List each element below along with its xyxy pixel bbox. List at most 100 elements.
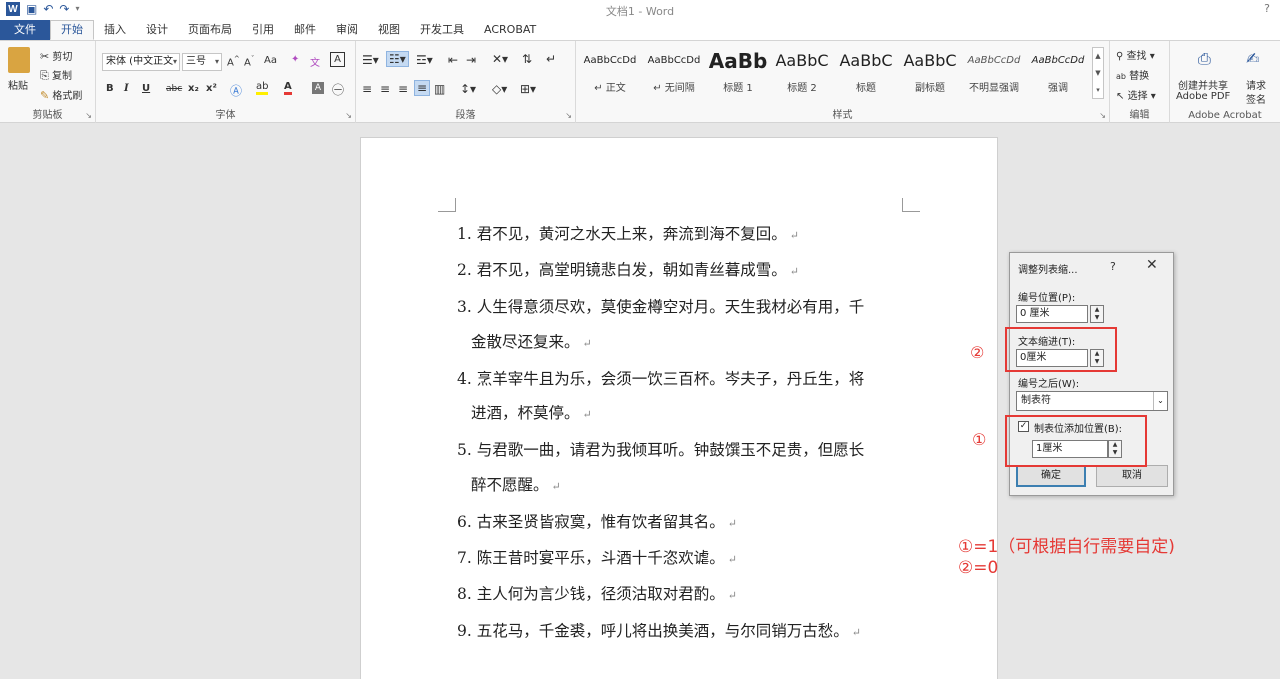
help-icon[interactable]: ? <box>1264 2 1270 15</box>
create-pdf-button[interactable]: 创建并共享 <box>1178 77 1228 92</box>
font-size-combo[interactable]: 三号 ▾ <box>182 53 222 71</box>
shrink-font-icon[interactable]: Aˇ <box>244 55 254 68</box>
list-item-continuation[interactable]: 金散尽还复来。 ↵ <box>471 330 592 352</box>
list-item-continuation[interactable]: 进酒，杯莫停。 ↵ <box>471 401 592 423</box>
tab-review[interactable]: 审阅 <box>326 20 368 40</box>
increase-indent-icon[interactable]: ⇥ <box>466 53 476 67</box>
create-pdf-button-line2[interactable]: Adobe PDF <box>1176 91 1230 102</box>
styles-scroll[interactable]: ▲ ▼ ▾ <box>1092 47 1104 99</box>
distributed-icon[interactable]: ▥ <box>434 82 445 96</box>
number-position-spinner[interactable]: ▲ ▼ <box>1090 305 1104 323</box>
shading-icon[interactable]: ◇▾ <box>492 82 507 96</box>
paste-button[interactable]: 粘贴 <box>8 77 28 92</box>
align-left-icon[interactable]: ≡ <box>362 82 372 96</box>
subscript-button[interactable]: x₂ <box>188 83 199 94</box>
tab-acrobat[interactable]: ACROBAT <box>474 20 546 40</box>
list-item[interactable]: 2. 君不见，高堂明镜悲白发，朝如青丝暮成雪。 ↵ <box>457 258 799 280</box>
follow-number-select[interactable]: 制表符 ⌄ <box>1016 391 1168 411</box>
align-right-icon[interactable]: ≡ <box>398 82 408 96</box>
font-launcher-icon[interactable]: ↘ <box>345 111 352 120</box>
superscript-button[interactable]: x² <box>206 83 217 94</box>
justify-icon[interactable]: ≡ <box>414 80 431 96</box>
list-item[interactable]: 7. 陈王昔时宴平乐，斗酒十千恣欢谑。 ↵ <box>457 546 737 568</box>
close-icon[interactable]: ✕ <box>1146 257 1158 273</box>
line-spacing-icon[interactable]: ↕▾ <box>460 82 476 96</box>
tab-mailings[interactable]: 邮件 <box>284 20 326 40</box>
style-emphasis[interactable]: AaBbCcDd 强调 <box>1026 47 1090 99</box>
chevron-up-icon[interactable]: ▲ <box>1093 48 1103 65</box>
underline-button[interactable]: U <box>142 83 150 94</box>
select-button[interactable]: ↖ 选择 ▾ <box>1116 87 1156 102</box>
more-styles-icon[interactable]: ▾ <box>1093 82 1103 99</box>
paste-icon[interactable] <box>8 47 30 73</box>
copy-button[interactable]: ⎘ 复制 <box>40 67 72 83</box>
style-name: 标题 2 <box>787 83 817 94</box>
style-title[interactable]: AaBbC 标题 <box>834 47 898 99</box>
document-page[interactable]: 1. 君不见，黄河之水天上来，奔流到海不复回。 ↵ 2. 君不见，高堂明镜悲白发，… <box>360 137 998 679</box>
line-text: 7. 陈王昔时宴平乐，斗酒十千恣欢谑。 <box>457 549 725 567</box>
list-item-continuation[interactable]: 醉不愿醒。 ↵ <box>471 473 561 495</box>
paragraph-launcher-icon[interactable]: ↘ <box>565 111 572 120</box>
show-marks-icon[interactable]: ↵ <box>546 52 556 66</box>
grow-font-icon[interactable]: A^ <box>227 55 240 68</box>
format-painter-button[interactable]: ✎ 格式刷 <box>40 87 82 102</box>
clipboard-launcher-icon[interactable]: ↘ <box>85 111 92 120</box>
style-heading-2[interactable]: AaBbC 标题 2 <box>770 47 834 99</box>
dialog-help-icon[interactable]: ? <box>1110 260 1116 273</box>
strikethrough-button[interactable]: abc <box>166 84 182 94</box>
sort-icon[interactable]: ⇅ <box>522 52 532 66</box>
enclose-characters-icon[interactable]: ㊀ <box>332 81 344 98</box>
chevron-down-icon[interactable]: ▼ <box>1093 65 1103 82</box>
request-sign-button-line2[interactable]: 签名 <box>1246 91 1266 106</box>
font-name-combo[interactable]: 宋体 (中文正文 ▾ <box>102 53 180 71</box>
tab-developer[interactable]: 开发工具 <box>410 20 474 40</box>
style-no-spacing[interactable]: AaBbCcDd ↵ 无间隔 <box>642 47 706 99</box>
font-color-icon[interactable]: A <box>284 81 292 95</box>
tab-layout[interactable]: 页面布局 <box>178 20 242 40</box>
request-sign-button[interactable]: 请求 <box>1246 77 1266 92</box>
text-effects-icon[interactable]: Ⓐ <box>230 82 242 99</box>
multilevel-list-icon[interactable]: ☲▾ <box>416 53 433 67</box>
align-center-icon[interactable]: ≡ <box>380 82 390 96</box>
numbering-icon[interactable]: ☷▾ <box>386 51 409 67</box>
cancel-button[interactable]: 取消 <box>1096 465 1168 487</box>
request-sign-icon[interactable]: ✍ <box>1246 49 1259 68</box>
style-subtitle[interactable]: AaBbC 副标题 <box>898 47 962 99</box>
style-normal[interactable]: AaBbCcDd ↵ 正文 <box>578 47 642 99</box>
styles-launcher-icon[interactable]: ↘ <box>1099 111 1106 120</box>
ok-button[interactable]: 确定 <box>1016 465 1086 487</box>
list-item[interactable]: 5. 与君歌一曲，请君为我倾耳听。钟鼓馔玉不足贵，但愿长 <box>457 438 864 460</box>
tab-references[interactable]: 引用 <box>242 20 284 40</box>
chinese-layout-icon[interactable]: ✕▾ <box>492 52 508 66</box>
bold-button[interactable]: B <box>106 83 114 94</box>
tab-view[interactable]: 视图 <box>368 20 410 40</box>
number-position-input[interactable]: 0 厘米 <box>1016 305 1088 323</box>
bullets-icon[interactable]: ☰▾ <box>362 53 379 67</box>
cut-button[interactable]: ✂ 剪切 <box>40 48 72 63</box>
list-item[interactable]: 4. 烹羊宰牛且为乐，会须一饮三百杯。岑夫子，丹丘生，将 <box>457 367 864 389</box>
tab-insert[interactable]: 插入 <box>94 20 136 40</box>
tab-home[interactable]: 开始 <box>50 20 94 40</box>
replace-button[interactable]: ab 替换 <box>1116 67 1149 82</box>
decrease-indent-icon[interactable]: ⇤ <box>448 53 458 67</box>
list-item[interactable]: 6. 古来圣贤皆寂寞，惟有饮者留其名。 ↵ <box>457 510 737 532</box>
copy-label: 复制 <box>52 71 72 82</box>
list-item[interactable]: 3. 人生得意须尽欢，莫使金樽空对月。天生我材必有用，千 <box>457 295 864 317</box>
list-item[interactable]: 1. 君不见，黄河之水天上来，奔流到海不复回。 ↵ <box>457 222 799 244</box>
find-button[interactable]: ⚲ 查找 ▾ <box>1116 47 1155 62</box>
clear-format-icon[interactable]: ✦ <box>291 54 299 65</box>
change-case-button[interactable]: Aa <box>264 55 277 66</box>
tab-design[interactable]: 设计 <box>136 20 178 40</box>
italic-button[interactable]: I <box>124 83 129 94</box>
character-shading-icon[interactable]: A <box>312 82 324 94</box>
list-item[interactable]: 8. 主人何为言少钱，径须沽取对君酌。 ↵ <box>457 582 737 604</box>
create-pdf-icon[interactable]: ⎙ <box>1198 49 1211 69</box>
style-heading-1[interactable]: AaBb 标题 1 <box>706 47 770 99</box>
phonetic-guide-icon[interactable]: 文 <box>310 54 320 69</box>
list-item[interactable]: 9. 五花马，千金裘，呼儿将出换美酒，与尔同销万古愁。 ↵ <box>457 619 861 641</box>
borders-icon[interactable]: ⊞▾ <box>520 82 536 96</box>
highlight-icon[interactable]: ab <box>256 81 269 95</box>
tab-file[interactable]: 文件 <box>0 20 50 40</box>
character-border-icon[interactable]: A <box>330 52 345 67</box>
style-subtle-emphasis[interactable]: AaBbCcDd 不明显强调 <box>962 47 1026 99</box>
